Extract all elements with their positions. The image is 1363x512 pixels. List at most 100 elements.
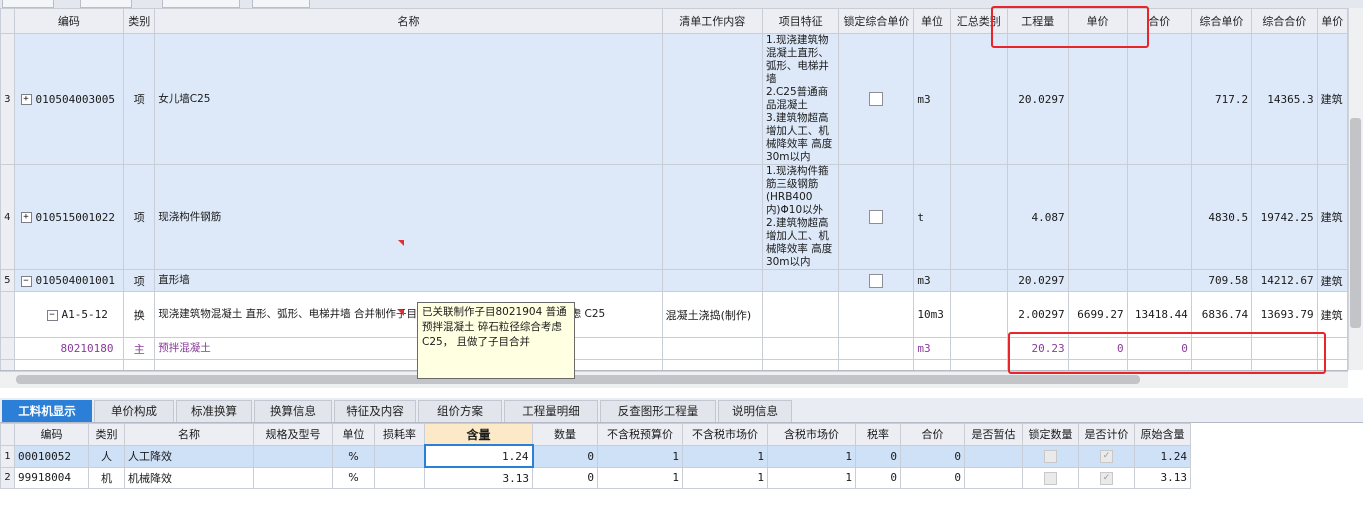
unit-price-cell: 6836.74 xyxy=(1190,291,1253,338)
tab-quantity-detail[interactable]: 工程量明细 xyxy=(504,400,598,422)
lcol-budget[interactable]: 不含税预算价 xyxy=(597,423,683,446)
priced-checkbox-cell[interactable]: ✓ xyxy=(1078,444,1135,468)
total-cell: 14212.67 xyxy=(1251,269,1318,292)
lcol-loss[interactable]: 损耗率 xyxy=(374,423,425,446)
content-cell xyxy=(661,337,763,360)
content-cell: 3.13 xyxy=(424,466,533,489)
provisional-checkbox-cell[interactable] xyxy=(964,444,1023,468)
strip-tab[interactable] xyxy=(2,0,54,8)
col-header-locked[interactable]: 锁定综合单价 xyxy=(838,8,915,34)
lcol-name[interactable]: 名称 xyxy=(124,423,254,446)
spec-cell xyxy=(253,444,333,468)
bill-items-grid: 编码 类别 名称 清单工作内容 项目特征 锁定综合单价 单位 汇总类别 工程量 … xyxy=(0,8,1348,371)
tab-reverse-graphic[interactable]: 反查图形工程量 xyxy=(600,400,716,422)
col-header-code[interactable]: 编码 xyxy=(13,8,125,34)
col-header-total[interactable]: 综合合价 xyxy=(1251,8,1318,34)
col-header-type[interactable]: 类别 xyxy=(123,8,156,34)
lock-qty-checkbox-cell[interactable] xyxy=(1022,444,1079,468)
lcol-content[interactable]: 含量 xyxy=(424,423,533,446)
priced-checkbox-cell[interactable]: ✓ xyxy=(1078,466,1135,489)
tax-cell: 0 xyxy=(855,466,901,489)
tax_market-cell: 1 xyxy=(767,466,856,489)
summary-cell xyxy=(949,269,1008,292)
detail-tab-bar: 工料机显示 单价构成 标准换算 换算信息 特征及内容 组价方案 工程量明细 反查… xyxy=(0,398,1363,423)
unit-price-cell: 4830.5 xyxy=(1190,164,1253,270)
expand-icon[interactable]: + xyxy=(20,212,32,223)
tab-unit-price[interactable]: 单价构成 xyxy=(94,400,174,422)
lcol-tax[interactable]: 税率 xyxy=(855,423,901,446)
vertical-scroll-thumb[interactable] xyxy=(1350,118,1361,328)
locked-cell xyxy=(838,359,915,370)
table-row[interactable]: 1 00010052 人人工降效% 1.24 0 1 1 1 0 0 ✓ 1.24 xyxy=(0,444,1191,468)
corner-header xyxy=(0,423,15,446)
tab-standard-conversion[interactable]: 标准换算 xyxy=(176,400,252,422)
total-cell: 14365.3 xyxy=(1251,33,1318,165)
locked-cell[interactable] xyxy=(838,164,915,270)
qty-cell: 20.0297 xyxy=(1006,269,1069,292)
code-cell: −A1-5-51 xyxy=(13,359,125,370)
tab-conversion-info[interactable]: 换算信息 xyxy=(254,400,332,422)
priced-checkbox[interactable]: ✓ xyxy=(1100,449,1113,463)
col-header-unit-price[interactable]: 综合单价 xyxy=(1190,8,1253,34)
lock-qty-checkbox-cell[interactable] xyxy=(1022,466,1079,489)
content-cell: 混凝土浇捣(制作) xyxy=(661,291,763,338)
lock-price-checkbox[interactable] xyxy=(869,210,884,224)
collapse-icon[interactable]: − xyxy=(46,309,58,321)
lock-qty-checkbox[interactable] xyxy=(1044,449,1057,463)
col-header-feature[interactable]: 项目特征 xyxy=(761,8,840,34)
row-number xyxy=(0,359,15,370)
strip-tab[interactable] xyxy=(80,0,132,8)
tab-labor-material[interactable]: 工料机显示 xyxy=(2,400,92,422)
locked-cell[interactable] xyxy=(838,269,915,292)
lcol-priced[interactable]: 是否计价 xyxy=(1078,423,1135,446)
table-row[interactable]: 3 +010504003005 项女儿墙C25 1.现浇建筑物混凝土直形、弧形、电梯井… xyxy=(0,33,1348,165)
col-header-unit[interactable]: 单位 xyxy=(913,8,951,34)
lcol-type[interactable]: 类别 xyxy=(88,423,125,446)
lcol-qty[interactable]: 数量 xyxy=(532,423,598,446)
lcol-amount[interactable]: 合价 xyxy=(900,423,965,446)
lcol-orig[interactable]: 原始含量 xyxy=(1134,423,1191,446)
lcol-tax-market[interactable]: 含税市场价 xyxy=(767,423,856,446)
col-header-content[interactable]: 清单工作内容 xyxy=(661,8,763,34)
expand-icon[interactable]: + xyxy=(20,94,32,105)
strip-tab[interactable] xyxy=(162,0,240,8)
tax_market-cell: 1 xyxy=(767,444,856,468)
priced-checkbox[interactable]: ✓ xyxy=(1100,471,1113,485)
col-header-extra[interactable]: 单价 xyxy=(1316,8,1348,34)
code-cell: 80210180 xyxy=(13,337,125,360)
tab-description[interactable]: 说明信息 xyxy=(718,400,792,422)
lcol-provisional[interactable]: 是否暂估 xyxy=(964,423,1023,446)
code-text: 010504001001 xyxy=(35,274,115,287)
tab-pricing-scheme[interactable]: 组价方案 xyxy=(418,400,502,422)
horizontal-scroll-thumb[interactable] xyxy=(16,375,1140,384)
lock-price-checkbox[interactable] xyxy=(869,273,884,288)
row-number: 5 xyxy=(0,269,15,292)
lock-qty-checkbox[interactable] xyxy=(1044,471,1057,485)
table-row[interactable]: 5−010504001001 项直形墙 m3 20.0297 709.58 14212.6… xyxy=(0,269,1348,292)
table-row[interactable]: − A1-5-12 换现浇建筑物混凝土 直形、弧形、电梯井墙 合并制作子目 普通预拌… xyxy=(0,291,1348,338)
table-row[interactable]: 2 99918004 机机械降效% 3.13 0 1 1 1 0 0 ✓ 3.13 xyxy=(0,466,1191,489)
name-cell: 女儿墙C25 xyxy=(154,33,663,165)
lcol-market[interactable]: 不含税市场价 xyxy=(682,423,768,446)
num-cell: 1 xyxy=(0,444,15,468)
unit-cell: 10m3 xyxy=(913,291,951,338)
feature-cell xyxy=(761,269,840,292)
lock-price-checkbox[interactable] xyxy=(869,92,884,106)
type-cell: 换 xyxy=(123,359,156,370)
type-cell: 项 xyxy=(123,164,156,270)
code-cell: −010504001001 xyxy=(13,269,125,292)
lcol-spec[interactable]: 规格及型号 xyxy=(253,423,333,446)
collapse-icon[interactable]: − xyxy=(20,275,32,287)
lcol-lock-qty[interactable]: 锁定数量 xyxy=(1022,423,1079,446)
tab-feature-content[interactable]: 特征及内容 xyxy=(334,400,416,422)
provisional-checkbox-cell[interactable] xyxy=(964,466,1023,489)
lcol-code[interactable]: 编码 xyxy=(14,423,89,446)
feature-cell: 1.现浇构件箍筋三级钢筋(HRB400内)Φ10以外 2.建筑物超高增加人工、机… xyxy=(761,164,840,270)
locked-cell[interactable] xyxy=(838,33,915,165)
name-cell: 直形墙 xyxy=(154,269,663,292)
content-cell xyxy=(661,33,763,165)
table-row[interactable]: 4 +010515001022 项现浇构件钢筋 1.现浇构件箍筋三级钢筋(HRB400… xyxy=(0,164,1348,270)
strip-tab[interactable] xyxy=(252,0,310,8)
col-header-name[interactable]: 名称 xyxy=(154,8,663,34)
lcol-unit[interactable]: 单位 xyxy=(332,423,375,446)
